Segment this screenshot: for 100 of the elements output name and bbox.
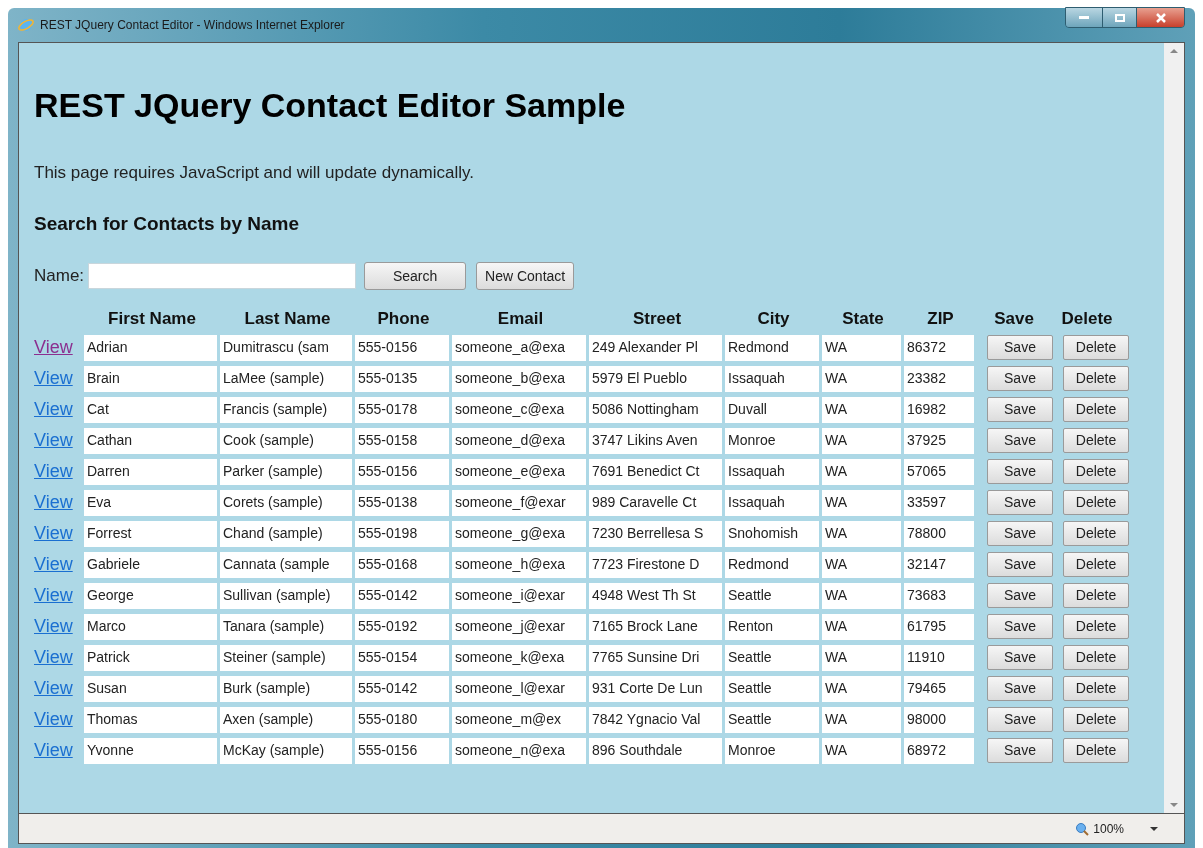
table-cell[interactable]: Redmond [725, 334, 819, 361]
table-cell[interactable]: Monroe [725, 737, 819, 764]
delete-button[interactable]: Delete [1063, 552, 1129, 577]
table-cell[interactable]: Susan [84, 675, 217, 702]
table-cell[interactable]: WA [822, 613, 901, 640]
delete-button[interactable]: Delete [1063, 614, 1129, 639]
table-cell[interactable]: 7842 Ygnacio Val [589, 706, 722, 733]
table-cell[interactable]: 555-0138 [355, 489, 449, 516]
table-cell[interactable]: 555-0180 [355, 706, 449, 733]
delete-button[interactable]: Delete [1063, 366, 1129, 391]
table-cell[interactable]: Cook (sample) [220, 427, 352, 454]
table-cell[interactable]: Seattle [725, 675, 819, 702]
table-cell[interactable]: Chand (sample) [220, 520, 352, 547]
table-cell[interactable]: Dumitrascu (sam [220, 334, 352, 361]
table-cell[interactable]: WA [822, 458, 901, 485]
table-cell[interactable]: someone_j@exar [452, 613, 586, 640]
table-cell[interactable]: Redmond [725, 551, 819, 578]
table-cell[interactable]: Issaquah [725, 458, 819, 485]
table-cell[interactable]: 3747 Likins Aven [589, 427, 722, 454]
table-cell[interactable]: 555-0142 [355, 675, 449, 702]
table-cell[interactable]: 555-0156 [355, 737, 449, 764]
table-cell[interactable]: Snohomish [725, 520, 819, 547]
table-cell[interactable]: Patrick [84, 644, 217, 671]
table-cell[interactable]: 23382 [904, 365, 974, 392]
save-button[interactable]: Save [987, 459, 1053, 484]
table-cell[interactable]: Sullivan (sample) [220, 582, 352, 609]
table-cell[interactable]: WA [822, 365, 901, 392]
table-cell[interactable]: 68972 [904, 737, 974, 764]
save-button[interactable]: Save [987, 707, 1053, 732]
table-cell[interactable]: 555-0158 [355, 427, 449, 454]
delete-button[interactable]: Delete [1063, 397, 1129, 422]
delete-button[interactable]: Delete [1063, 583, 1129, 608]
view-link[interactable]: View [34, 334, 81, 361]
table-cell[interactable]: WA [822, 334, 901, 361]
save-button[interactable]: Save [987, 366, 1053, 391]
table-cell[interactable]: someone_h@exa [452, 551, 586, 578]
table-cell[interactable]: Parker (sample) [220, 458, 352, 485]
table-cell[interactable]: 33597 [904, 489, 974, 516]
table-cell[interactable]: WA [822, 737, 901, 764]
table-cell[interactable]: someone_b@exa [452, 365, 586, 392]
table-cell[interactable]: 5979 El Pueblo [589, 365, 722, 392]
table-cell[interactable]: 555-0135 [355, 365, 449, 392]
table-cell[interactable]: 989 Caravelle Ct [589, 489, 722, 516]
table-cell[interactable]: Seattle [725, 706, 819, 733]
table-cell[interactable]: 555-0198 [355, 520, 449, 547]
table-cell[interactable]: Forrest [84, 520, 217, 547]
save-button[interactable]: Save [987, 428, 1053, 453]
save-button[interactable]: Save [987, 490, 1053, 515]
table-cell[interactable]: Seattle [725, 582, 819, 609]
table-cell[interactable]: someone_c@exa [452, 396, 586, 423]
delete-button[interactable]: Delete [1063, 738, 1129, 763]
table-cell[interactable]: 57065 [904, 458, 974, 485]
delete-button[interactable]: Delete [1063, 428, 1129, 453]
table-cell[interactable]: WA [822, 582, 901, 609]
table-cell[interactable]: 249 Alexander Pl [589, 334, 722, 361]
table-cell[interactable]: someone_f@exar [452, 489, 586, 516]
table-cell[interactable]: Francis (sample) [220, 396, 352, 423]
table-cell[interactable]: 11910 [904, 644, 974, 671]
table-cell[interactable]: Seattle [725, 644, 819, 671]
dropdown-icon[interactable] [1150, 826, 1158, 831]
save-button[interactable]: Save [987, 614, 1053, 639]
table-cell[interactable]: 931 Corte De Lun [589, 675, 722, 702]
table-cell[interactable]: someone_i@exar [452, 582, 586, 609]
table-cell[interactable]: Renton [725, 613, 819, 640]
table-cell[interactable]: someone_a@exa [452, 334, 586, 361]
delete-button[interactable]: Delete [1063, 335, 1129, 360]
table-cell[interactable]: 73683 [904, 582, 974, 609]
table-cell[interactable]: Brain [84, 365, 217, 392]
table-cell[interactable]: 7691 Benedict Ct [589, 458, 722, 485]
table-cell[interactable]: someone_l@exar [452, 675, 586, 702]
delete-button[interactable]: Delete [1063, 459, 1129, 484]
table-cell[interactable]: 555-0142 [355, 582, 449, 609]
table-cell[interactable]: Eva [84, 489, 217, 516]
table-cell[interactable]: Issaquah [725, 365, 819, 392]
table-cell[interactable]: WA [822, 675, 901, 702]
save-button[interactable]: Save [987, 738, 1053, 763]
table-cell[interactable]: 7723 Firestone D [589, 551, 722, 578]
table-cell[interactable]: George [84, 582, 217, 609]
save-button[interactable]: Save [987, 645, 1053, 670]
table-cell[interactable]: 79465 [904, 675, 974, 702]
table-cell[interactable]: Adrian [84, 334, 217, 361]
save-button[interactable]: Save [987, 552, 1053, 577]
table-cell[interactable]: 5086 Nottingham [589, 396, 722, 423]
table-cell[interactable]: 32147 [904, 551, 974, 578]
delete-button[interactable]: Delete [1063, 707, 1129, 732]
table-cell[interactable]: Cathan [84, 427, 217, 454]
table-cell[interactable]: Issaquah [725, 489, 819, 516]
maximize-button[interactable] [1102, 8, 1136, 27]
table-cell[interactable]: someone_d@exa [452, 427, 586, 454]
table-cell[interactable]: 98000 [904, 706, 974, 733]
delete-button[interactable]: Delete [1063, 645, 1129, 670]
delete-button[interactable]: Delete [1063, 521, 1129, 546]
table-cell[interactable]: 555-0154 [355, 644, 449, 671]
table-cell[interactable]: 78800 [904, 520, 974, 547]
table-cell[interactable]: WA [822, 644, 901, 671]
table-cell[interactable]: Duvall [725, 396, 819, 423]
table-cell[interactable]: someone_n@exa [452, 737, 586, 764]
table-cell[interactable]: WA [822, 551, 901, 578]
table-cell[interactable]: WA [822, 396, 901, 423]
close-button[interactable] [1136, 8, 1184, 27]
